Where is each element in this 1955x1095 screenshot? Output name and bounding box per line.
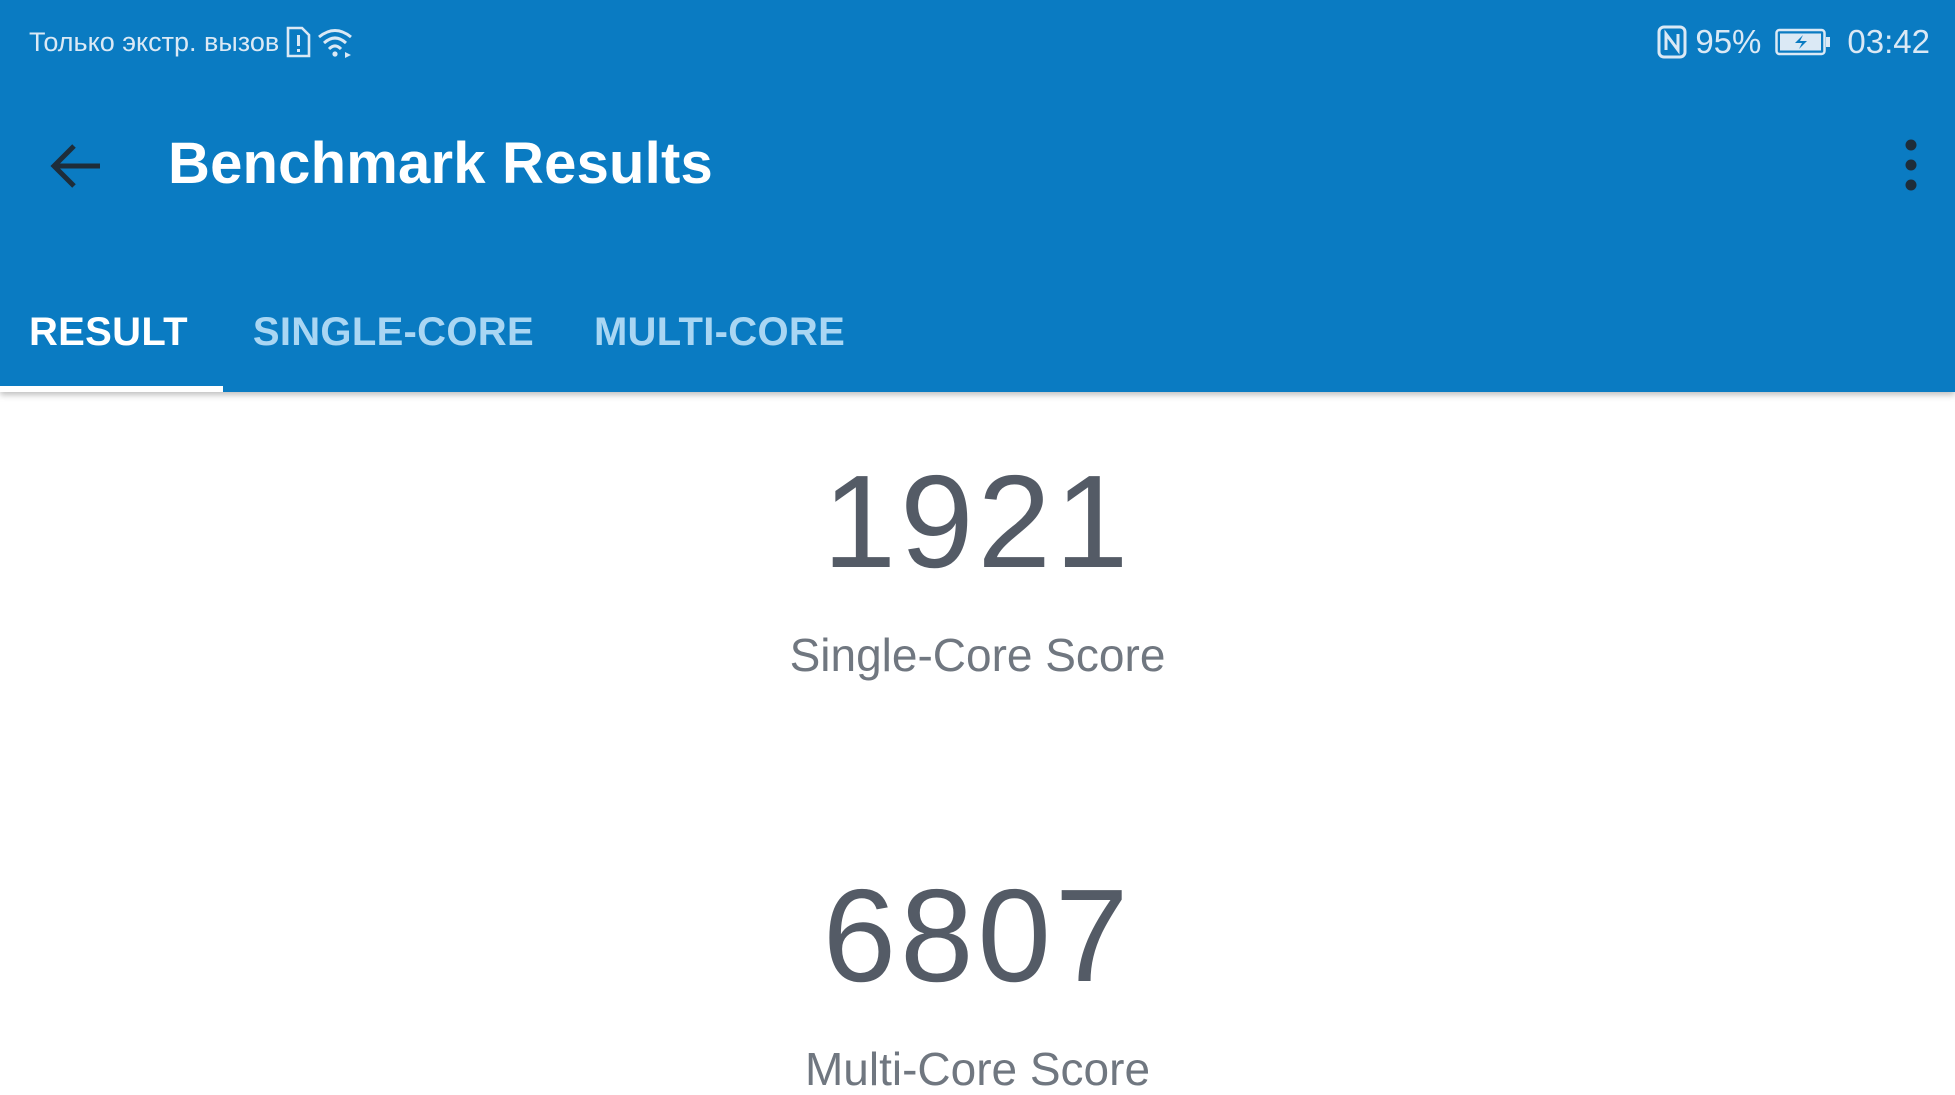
battery-percent: 95% bbox=[1695, 23, 1762, 60]
carrier-text: Только экстр. вызов bbox=[29, 26, 280, 57]
more-options-button[interactable] bbox=[1881, 130, 1941, 200]
status-left: Только экстр. вызов bbox=[29, 22, 353, 62]
status-time: 03:42 bbox=[1847, 23, 1930, 60]
status-right: 95% 03:42 bbox=[1657, 20, 1930, 64]
nfc-icon bbox=[1657, 25, 1687, 59]
multi-core-score-value: 6807 bbox=[822, 862, 1133, 1009]
toolbar: Benchmark Results bbox=[0, 100, 1955, 232]
sim-alert-icon bbox=[285, 26, 311, 58]
tab-bar: RESULT SINGLE-CORE MULTI-CORE bbox=[0, 272, 875, 392]
multi-core-score-card: 6807 Multi-Core Score bbox=[0, 862, 1955, 1095]
app-bar: Только экстр. вызов 95% 03:42 Benchmark … bbox=[0, 0, 1955, 392]
page-title: Benchmark Results bbox=[168, 131, 713, 196]
back-button[interactable] bbox=[30, 128, 122, 204]
single-core-score-value: 1921 bbox=[822, 448, 1133, 595]
wifi-icon bbox=[317, 26, 353, 58]
more-vertical-icon bbox=[1905, 139, 1917, 191]
multi-core-score-label: Multi-Core Score bbox=[804, 1043, 1151, 1095]
single-core-score-card: 1921 Single-Core Score bbox=[0, 448, 1955, 681]
single-core-score-label: Single-Core Score bbox=[789, 629, 1166, 681]
tab-result[interactable]: RESULT bbox=[0, 272, 223, 392]
status-bar: Только экстр. вызов 95% 03:42 bbox=[0, 0, 1955, 84]
battery-charging-icon bbox=[1775, 28, 1831, 56]
arrow-left-icon bbox=[50, 144, 100, 188]
tab-multi-core[interactable]: MULTI-CORE bbox=[564, 272, 875, 392]
tab-single-core[interactable]: SINGLE-CORE bbox=[223, 272, 564, 392]
result-content: 1921 Single-Core Score 6807 Multi-Core S… bbox=[0, 392, 1955, 1093]
